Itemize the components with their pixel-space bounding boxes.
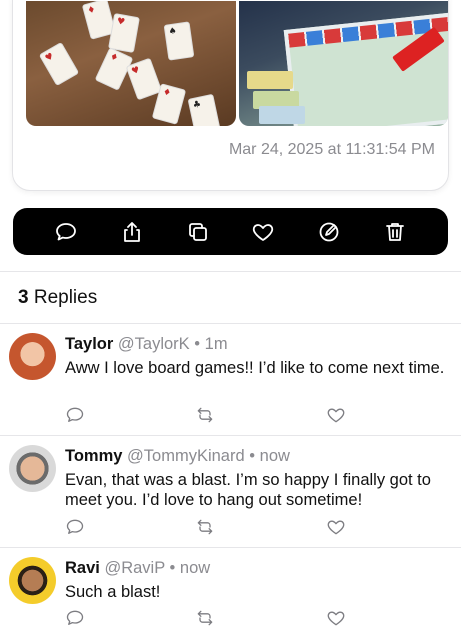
copy-button[interactable]	[181, 215, 215, 249]
post-photos: ♦ ♥ ♠ ♦ ♥ ♦ ♣ ♥	[26, 1, 448, 126]
reply-comment-button[interactable]	[65, 405, 87, 427]
reply-author-handle[interactable]: @TommyKinard	[127, 447, 245, 465]
comment-icon	[66, 519, 84, 534]
share-icon	[123, 221, 140, 242]
trash-icon	[386, 222, 404, 241]
playing-card: ♠	[163, 21, 195, 61]
avatar[interactable]	[9, 557, 56, 604]
reply-repost-button[interactable]	[195, 608, 217, 630]
reply-item[interactable]: Ravi @RaviP • now Such a blast!	[0, 547, 461, 640]
replies-count: 3	[18, 287, 29, 308]
playing-card: ♣	[187, 93, 221, 126]
copy-icon	[188, 222, 207, 241]
delete-button[interactable]	[378, 215, 412, 249]
reply-like-button[interactable]	[326, 608, 348, 630]
replies-label: Replies	[33, 287, 98, 308]
reply-actions	[65, 405, 355, 427]
repost-icon	[197, 610, 213, 626]
reply-actions	[65, 608, 355, 630]
photo-playing-cards[interactable]: ♦ ♥ ♠ ♦ ♥ ♦ ♣ ♥	[26, 1, 236, 126]
reply-header: Taylor @TaylorK • 1m	[65, 335, 228, 354]
section-divider	[0, 271, 461, 272]
replies-header: 3 Replies	[18, 287, 97, 309]
reply-author-name[interactable]: Ravi	[65, 559, 100, 577]
reply-time: 1m	[204, 335, 228, 353]
avatar[interactable]	[9, 333, 56, 380]
separator-dot: •	[194, 335, 201, 353]
reply-comment-button[interactable]	[65, 608, 87, 630]
game-board	[283, 12, 448, 126]
share-button[interactable]	[115, 215, 149, 249]
post-action-toolbar	[13, 208, 448, 255]
reply-repost-button[interactable]	[195, 405, 217, 427]
playing-card: ♥	[125, 57, 163, 101]
comment-icon	[66, 407, 84, 422]
reply-author-handle[interactable]: @RaviP	[104, 559, 164, 577]
play-money	[258, 106, 305, 124]
repost-icon	[197, 519, 213, 535]
reply-text: Evan, that was a blast. I’m so happy I f…	[65, 471, 431, 509]
heart-icon	[327, 520, 345, 535]
separator-dot: •	[249, 447, 256, 465]
reply-header: Tommy @TommyKinard • now	[65, 447, 290, 466]
reply-item[interactable]: Tommy @TommyKinard • now Evan, that was …	[0, 435, 461, 547]
reply-author-name[interactable]: Taylor	[65, 335, 113, 353]
playing-card: ♥	[38, 41, 80, 87]
comment-icon	[56, 222, 76, 240]
edit-button[interactable]	[312, 215, 346, 249]
heart-icon	[327, 408, 345, 423]
post-card: ♦ ♥ ♠ ♦ ♥ ♦ ♣ ♥ Mar 24, 2025 at 11:31:54…	[12, 0, 449, 191]
photo-monopoly-board[interactable]	[238, 1, 448, 126]
reply-time: now	[179, 559, 211, 577]
reply-repost-button[interactable]	[195, 517, 217, 539]
comment-button[interactable]	[49, 215, 83, 249]
reply-header: Ravi @RaviP • now	[65, 559, 210, 578]
reply-text: Aww I love board games!! I’d like to com…	[65, 359, 445, 377]
separator-dot: •	[169, 559, 176, 577]
reply-author-name[interactable]: Tommy	[65, 447, 122, 465]
reply-like-button[interactable]	[326, 517, 348, 539]
reply-item[interactable]: Taylor @TaylorK • 1m Aww I love board ga…	[0, 323, 461, 435]
edit-icon	[319, 222, 339, 241]
reply-comment-button[interactable]	[65, 517, 87, 539]
heart-icon	[253, 223, 274, 241]
reply-like-button[interactable]	[326, 405, 348, 427]
reply-time: now	[259, 447, 290, 465]
comment-icon	[66, 610, 84, 625]
like-button[interactable]	[246, 215, 280, 249]
avatar[interactable]	[9, 445, 56, 492]
reply-text: Such a blast!	[65, 583, 161, 601]
reply-actions	[65, 517, 355, 539]
post-timestamp: Mar 24, 2025 at 11:31:54 PM	[228, 141, 435, 158]
heart-icon	[327, 611, 345, 626]
play-money	[246, 71, 293, 89]
playing-card: ♥	[108, 13, 140, 53]
reply-author-handle[interactable]: @TaylorK	[118, 335, 190, 353]
repost-icon	[197, 407, 213, 423]
